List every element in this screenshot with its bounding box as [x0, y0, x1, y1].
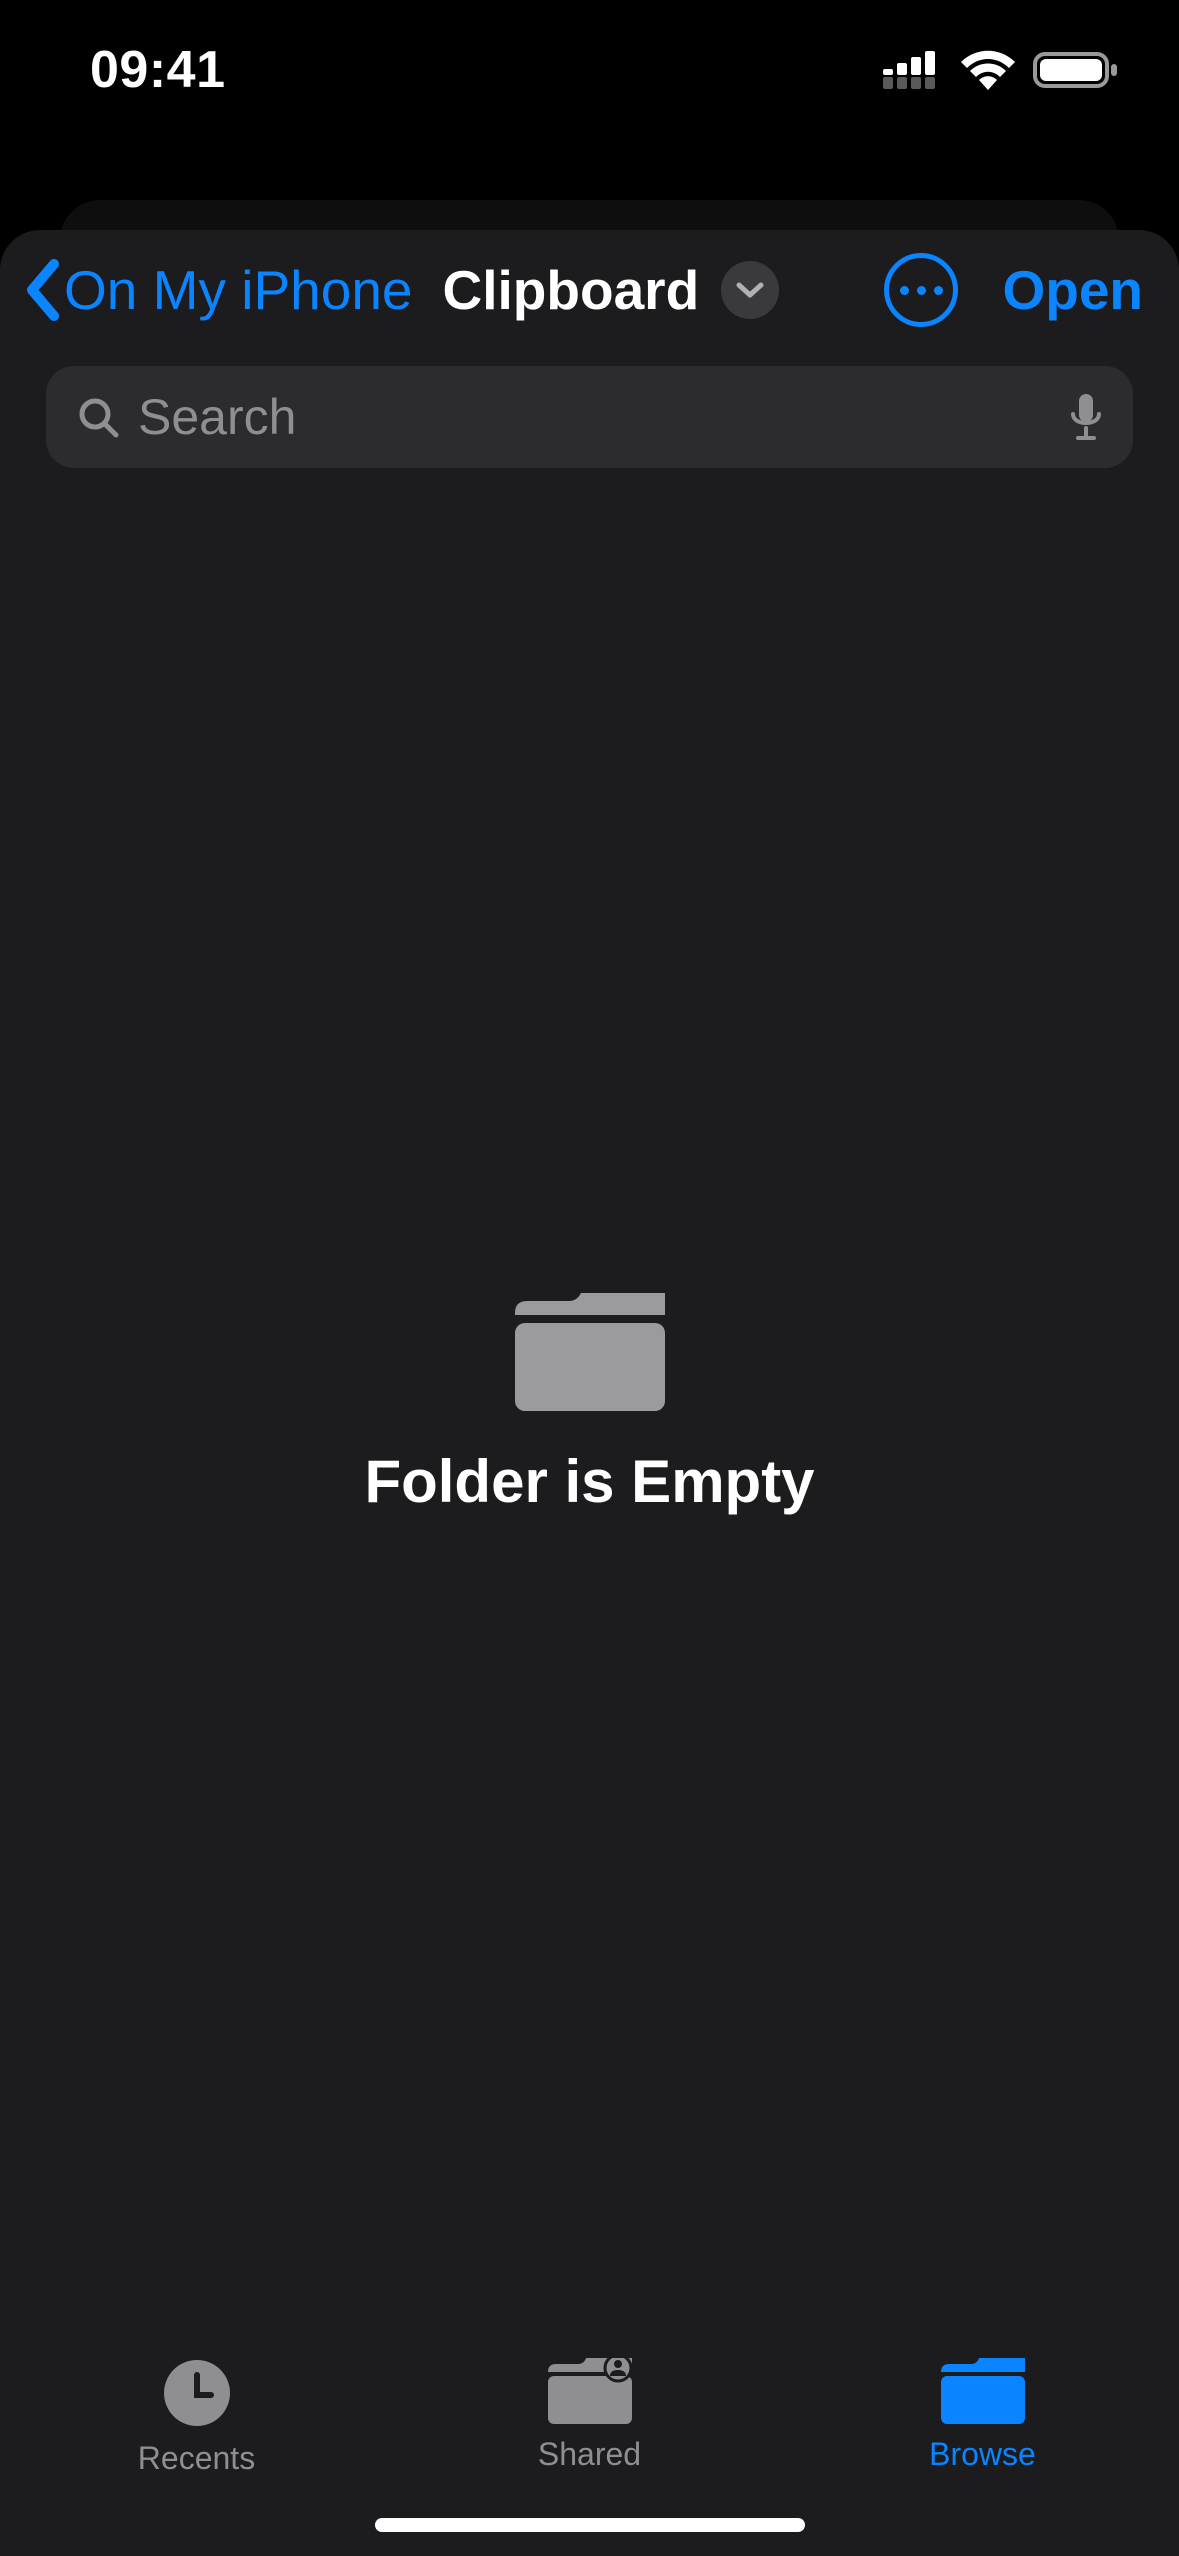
tab-recents-label: Recents: [138, 2440, 255, 2477]
search-wrap: Search: [0, 350, 1179, 468]
status-icons: [883, 50, 1119, 90]
search-icon: [76, 395, 120, 439]
battery-icon: [1033, 50, 1119, 90]
back-label: On My iPhone: [64, 258, 413, 322]
empty-folder-label: Folder is Empty: [364, 1447, 814, 1516]
more-options-button[interactable]: [884, 253, 958, 327]
search-placeholder: Search: [138, 388, 1051, 446]
browse-folder-icon: [941, 2358, 1025, 2424]
status-bar: 09:41: [0, 0, 1179, 140]
back-button[interactable]: On My iPhone: [20, 256, 413, 324]
status-time: 09:41: [90, 40, 226, 100]
files-sheet: On My iPhone Clipboard Open Search: [0, 230, 1179, 2556]
tab-browse[interactable]: Browse: [786, 2358, 1179, 2556]
empty-folder-icon: [515, 1293, 665, 1411]
microphone-icon[interactable]: [1069, 392, 1103, 442]
tab-recents[interactable]: Recents: [0, 2358, 393, 2556]
cellular-icon: [883, 51, 943, 89]
folder-title[interactable]: Clipboard: [443, 258, 700, 322]
chevron-left-icon: [20, 256, 64, 324]
search-input[interactable]: Search: [46, 366, 1133, 468]
clock-icon: [162, 2358, 232, 2428]
home-indicator[interactable]: [375, 2518, 805, 2532]
tab-browse-label: Browse: [929, 2436, 1036, 2473]
shared-folder-icon: [548, 2358, 632, 2424]
folder-content-area: Folder is Empty: [0, 468, 1179, 2340]
nav-bar: On My iPhone Clipboard Open: [0, 230, 1179, 350]
tab-shared-label: Shared: [538, 2436, 641, 2473]
title-dropdown-button[interactable]: [721, 261, 779, 319]
ellipsis-icon: [900, 286, 909, 295]
chevron-down-icon: [736, 281, 764, 299]
open-button[interactable]: Open: [1002, 258, 1143, 322]
wifi-icon: [961, 50, 1015, 90]
